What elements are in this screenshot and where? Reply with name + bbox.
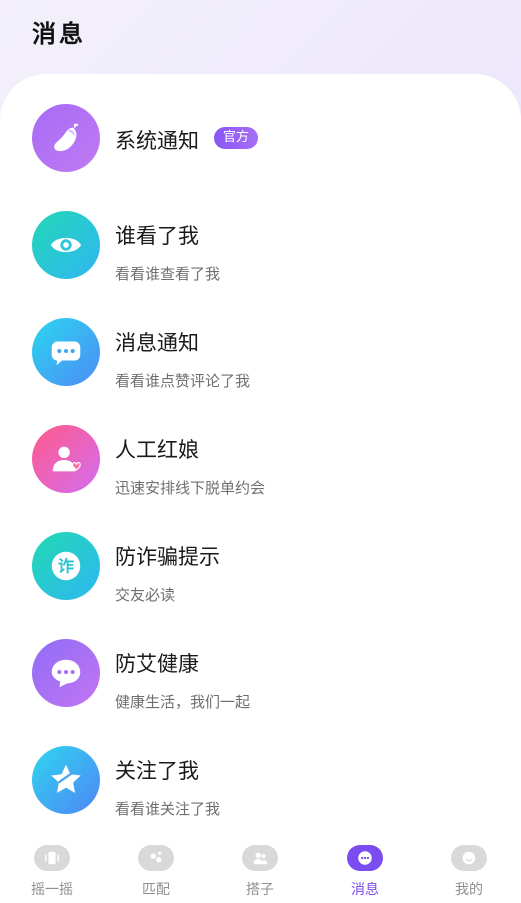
list-item-matchmaker[interactable]: 人工红娘 迅速安排线下脱单约会: [0, 415, 521, 505]
header: 消息: [0, 0, 521, 80]
chat-dots-icon: [32, 639, 100, 707]
list-item-system-notice[interactable]: 系统通知 官方: [0, 94, 521, 184]
person-heart-icon: [32, 425, 100, 493]
page-title: 消息: [32, 20, 86, 48]
zha-char: 诈: [58, 557, 74, 576]
item-title: 关注了我: [115, 759, 199, 783]
official-badge: 官方: [214, 127, 259, 149]
tab-shake[interactable]: 摇一摇: [0, 833, 104, 903]
tab-messages[interactable]: 消息: [313, 833, 417, 903]
tab-label: 匹配: [142, 882, 170, 898]
list-item-followed-me[interactable]: 关注了我 看看谁关注了我: [0, 736, 521, 826]
item-subtitle: 健康生活，我们一起: [115, 693, 251, 711]
item-subtitle: 迅速安排线下脱单约会: [115, 479, 266, 497]
tab-label: 搭子: [246, 882, 274, 898]
chat-bubble-icon: [32, 318, 100, 386]
item-title: 谁看了我: [115, 224, 199, 248]
bottom-tab-bar: 摇一摇 匹配 搭子 消息 我的: [0, 833, 521, 903]
tab-match[interactable]: 匹配: [104, 833, 208, 903]
partner-icon: [242, 845, 278, 871]
tab-partner[interactable]: 搭子: [208, 833, 312, 903]
profile-icon: [451, 845, 487, 871]
list-item-aids-prevention[interactable]: 防艾健康 健康生活，我们一起: [0, 629, 521, 719]
item-title: 防艾健康: [115, 652, 199, 676]
eggplant-icon: [32, 104, 100, 172]
message-icon: [347, 845, 383, 871]
tab-label: 消息: [351, 882, 379, 898]
item-title: 人工红娘: [115, 438, 199, 462]
item-title: 消息通知: [115, 331, 199, 355]
list-item-anti-fraud[interactable]: 诈 防诈骗提示 交友必读: [0, 522, 521, 612]
eye-icon: [32, 211, 100, 279]
tab-label: 摇一摇: [31, 882, 73, 898]
shake-icon: [34, 845, 70, 871]
item-title: 防诈骗提示: [115, 545, 220, 569]
item-subtitle: 看看谁关注了我: [115, 800, 221, 818]
list-item-who-viewed-me[interactable]: 谁看了我 看看谁查看了我: [0, 201, 521, 291]
list-item-message-notice[interactable]: 消息通知 看看谁点赞评论了我: [0, 308, 521, 398]
tab-label: 我的: [455, 882, 483, 898]
item-title: 系统通知: [115, 129, 199, 153]
message-list-card: 系统通知 官方 谁看了我 看看谁查看了我 消息通知 看看谁点赞评论了我 人工红娘…: [0, 74, 521, 903]
star-icon: [32, 746, 100, 814]
item-subtitle: 看看谁查看了我: [115, 265, 221, 283]
match-icon: [138, 845, 174, 871]
zha-text-icon: 诈: [32, 532, 100, 600]
item-subtitle: 看看谁点赞评论了我: [115, 372, 251, 390]
tab-profile[interactable]: 我的: [417, 833, 521, 903]
item-subtitle: 交友必读: [115, 586, 176, 604]
